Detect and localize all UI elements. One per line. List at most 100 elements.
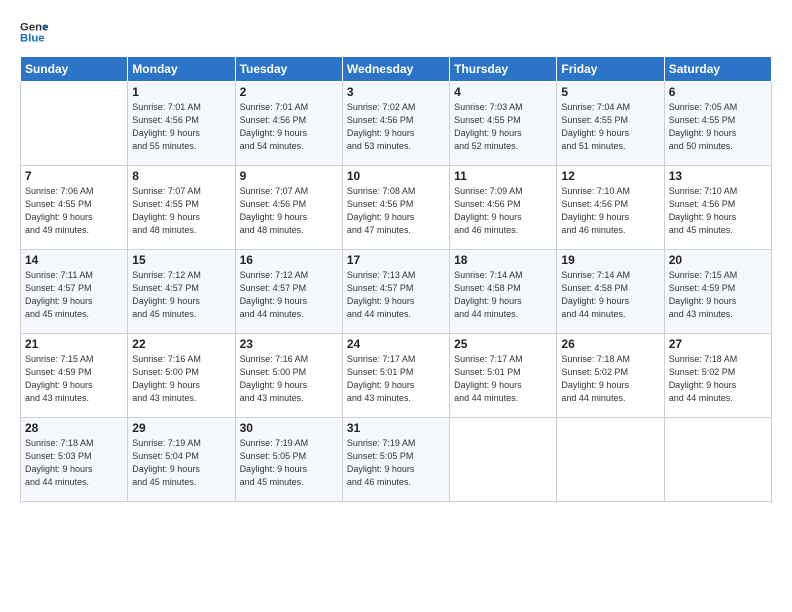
day-number: 9 <box>240 169 338 183</box>
weekday-sunday: Sunday <box>21 57 128 82</box>
day-number: 13 <box>669 169 767 183</box>
calendar-cell: 4 Sunrise: 7:03 AMSunset: 4:55 PMDaylight… <box>450 82 557 166</box>
week-row-4: 21 Sunrise: 7:15 AMSunset: 4:59 PMDayligh… <box>21 334 772 418</box>
day-info: Sunrise: 7:09 AMSunset: 4:56 PMDaylight:… <box>454 185 552 237</box>
calendar-cell: 22Sunrise: 7:16 AMSunset: 5:00 PMDayligh… <box>128 334 235 418</box>
calendar-cell: 3Sunrise: 7:02 AMSunset: 4:56 PMDaylight… <box>342 82 449 166</box>
calendar-cell: 16 Sunrise: 7:12 AMSunset: 4:57 PMDayligh… <box>235 250 342 334</box>
calendar-cell: 7 Sunrise: 7:06 AMSunset: 4:55 PMDaylight… <box>21 166 128 250</box>
header: General Blue <box>20 18 772 46</box>
calendar-cell: 23 Sunrise: 7:16 AMSunset: 5:00 PMDayligh… <box>235 334 342 418</box>
day-info: Sunrise: 7:06 AMSunset: 4:55 PMDaylight:… <box>25 185 123 237</box>
logo-icon: General Blue <box>20 18 48 46</box>
calendar-cell: 19 Sunrise: 7:14 AMSunset: 4:58 PMDayligh… <box>557 250 664 334</box>
day-number: 4 <box>454 85 552 99</box>
day-info: Sunrise: 7:18 AMSunset: 5:03 PMDaylight:… <box>25 437 123 489</box>
day-info: Sunrise: 7:03 AMSunset: 4:55 PMDaylight:… <box>454 101 552 153</box>
day-info: Sunrise: 7:08 AMSunset: 4:56 PMDaylight:… <box>347 185 445 237</box>
day-number: 6 <box>669 85 767 99</box>
day-number: 8 <box>132 169 230 183</box>
day-number: 21 <box>25 337 123 351</box>
calendar-cell <box>557 418 664 502</box>
day-number: 17 <box>347 253 445 267</box>
day-info: Sunrise: 7:17 AMSunset: 5:01 PMDaylight:… <box>454 353 552 405</box>
day-info: Sunrise: 7:01 AMSunset: 4:56 PMDaylight:… <box>132 101 230 153</box>
calendar-cell: 1Sunrise: 7:01 AMSunset: 4:56 PMDaylight… <box>128 82 235 166</box>
calendar-cell: 20 Sunrise: 7:15 AMSunset: 4:59 PMDayligh… <box>664 250 771 334</box>
day-number: 24 <box>347 337 445 351</box>
day-info: Sunrise: 7:12 AMSunset: 4:57 PMDaylight:… <box>132 269 230 321</box>
calendar-cell: 2 Sunrise: 7:01 AMSunset: 4:56 PMDaylight… <box>235 82 342 166</box>
day-info: Sunrise: 7:01 AMSunset: 4:56 PMDaylight:… <box>240 101 338 153</box>
calendar-cell: 11 Sunrise: 7:09 AMSunset: 4:56 PMDayligh… <box>450 166 557 250</box>
calendar-cell: 24 Sunrise: 7:17 AMSunset: 5:01 PMDayligh… <box>342 334 449 418</box>
day-info: Sunrise: 7:19 AMSunset: 5:05 PMDaylight:… <box>347 437 445 489</box>
calendar-cell: 27 Sunrise: 7:18 AMSunset: 5:02 PMDayligh… <box>664 334 771 418</box>
calendar-cell: 12 Sunrise: 7:10 AMSunset: 4:56 PMDayligh… <box>557 166 664 250</box>
calendar-cell: 30 Sunrise: 7:19 AMSunset: 5:05 PMDayligh… <box>235 418 342 502</box>
calendar-cell: 18Sunrise: 7:14 AMSunset: 4:58 PMDayligh… <box>450 250 557 334</box>
calendar-cell: 28Sunrise: 7:18 AMSunset: 5:03 PMDayligh… <box>21 418 128 502</box>
calendar-cell: 6 Sunrise: 7:05 AMSunset: 4:55 PMDaylight… <box>664 82 771 166</box>
weekday-monday: Monday <box>128 57 235 82</box>
calendar-cell <box>21 82 128 166</box>
day-info: Sunrise: 7:04 AMSunset: 4:55 PMDaylight:… <box>561 101 659 153</box>
day-info: Sunrise: 7:10 AMSunset: 4:56 PMDaylight:… <box>561 185 659 237</box>
day-info: Sunrise: 7:10 AMSunset: 4:56 PMDaylight:… <box>669 185 767 237</box>
day-info: Sunrise: 7:11 AMSunset: 4:57 PMDaylight:… <box>25 269 123 321</box>
day-number: 2 <box>240 85 338 99</box>
day-info: Sunrise: 7:14 AMSunset: 4:58 PMDaylight:… <box>454 269 552 321</box>
day-number: 20 <box>669 253 767 267</box>
day-number: 27 <box>669 337 767 351</box>
day-info: Sunrise: 7:13 AMSunset: 4:57 PMDaylight:… <box>347 269 445 321</box>
day-info: Sunrise: 7:05 AMSunset: 4:55 PMDaylight:… <box>669 101 767 153</box>
calendar-cell: 17 Sunrise: 7:13 AMSunset: 4:57 PMDayligh… <box>342 250 449 334</box>
day-number: 19 <box>561 253 659 267</box>
day-info: Sunrise: 7:07 AMSunset: 4:56 PMDaylight:… <box>240 185 338 237</box>
calendar-cell <box>664 418 771 502</box>
day-number: 23 <box>240 337 338 351</box>
calendar-table: SundayMondayTuesdayWednesdayThursdayFrid… <box>20 56 772 502</box>
day-number: 7 <box>25 169 123 183</box>
calendar-cell: 5 Sunrise: 7:04 AMSunset: 4:55 PMDaylight… <box>557 82 664 166</box>
day-number: 10 <box>347 169 445 183</box>
calendar-cell: 13 Sunrise: 7:10 AMSunset: 4:56 PMDayligh… <box>664 166 771 250</box>
calendar-cell: 14 Sunrise: 7:11 AMSunset: 4:57 PMDayligh… <box>21 250 128 334</box>
weekday-tuesday: Tuesday <box>235 57 342 82</box>
day-info: Sunrise: 7:12 AMSunset: 4:57 PMDaylight:… <box>240 269 338 321</box>
day-number: 12 <box>561 169 659 183</box>
calendar-cell: 29Sunrise: 7:19 AMSunset: 5:04 PMDayligh… <box>128 418 235 502</box>
day-info: Sunrise: 7:17 AMSunset: 5:01 PMDaylight:… <box>347 353 445 405</box>
day-number: 14 <box>25 253 123 267</box>
day-number: 26 <box>561 337 659 351</box>
day-info: Sunrise: 7:14 AMSunset: 4:58 PMDaylight:… <box>561 269 659 321</box>
svg-text:Blue: Blue <box>20 33 45 45</box>
calendar-cell <box>450 418 557 502</box>
day-info: Sunrise: 7:15 AMSunset: 4:59 PMDaylight:… <box>669 269 767 321</box>
logo: General Blue <box>20 18 48 46</box>
week-row-2: 7 Sunrise: 7:06 AMSunset: 4:55 PMDaylight… <box>21 166 772 250</box>
week-row-3: 14 Sunrise: 7:11 AMSunset: 4:57 PMDayligh… <box>21 250 772 334</box>
calendar-cell: 26Sunrise: 7:18 AMSunset: 5:02 PMDayligh… <box>557 334 664 418</box>
day-info: Sunrise: 7:19 AMSunset: 5:05 PMDaylight:… <box>240 437 338 489</box>
day-number: 30 <box>240 421 338 435</box>
day-number: 5 <box>561 85 659 99</box>
day-number: 31 <box>347 421 445 435</box>
calendar-cell: 25Sunrise: 7:17 AMSunset: 5:01 PMDayligh… <box>450 334 557 418</box>
weekday-saturday: Saturday <box>664 57 771 82</box>
week-row-5: 28Sunrise: 7:18 AMSunset: 5:03 PMDayligh… <box>21 418 772 502</box>
week-row-1: 1Sunrise: 7:01 AMSunset: 4:56 PMDaylight… <box>21 82 772 166</box>
day-info: Sunrise: 7:02 AMSunset: 4:56 PMDaylight:… <box>347 101 445 153</box>
weekday-header-row: SundayMondayTuesdayWednesdayThursdayFrid… <box>21 57 772 82</box>
weekday-wednesday: Wednesday <box>342 57 449 82</box>
day-info: Sunrise: 7:16 AMSunset: 5:00 PMDaylight:… <box>132 353 230 405</box>
calendar-cell: 21 Sunrise: 7:15 AMSunset: 4:59 PMDayligh… <box>21 334 128 418</box>
day-info: Sunrise: 7:15 AMSunset: 4:59 PMDaylight:… <box>25 353 123 405</box>
day-info: Sunrise: 7:18 AMSunset: 5:02 PMDaylight:… <box>669 353 767 405</box>
day-number: 11 <box>454 169 552 183</box>
page: General Blue SundayMondayTuesdayWednesda… <box>0 0 792 612</box>
day-number: 29 <box>132 421 230 435</box>
day-info: Sunrise: 7:16 AMSunset: 5:00 PMDaylight:… <box>240 353 338 405</box>
calendar-cell: 15Sunrise: 7:12 AMSunset: 4:57 PMDayligh… <box>128 250 235 334</box>
day-number: 16 <box>240 253 338 267</box>
